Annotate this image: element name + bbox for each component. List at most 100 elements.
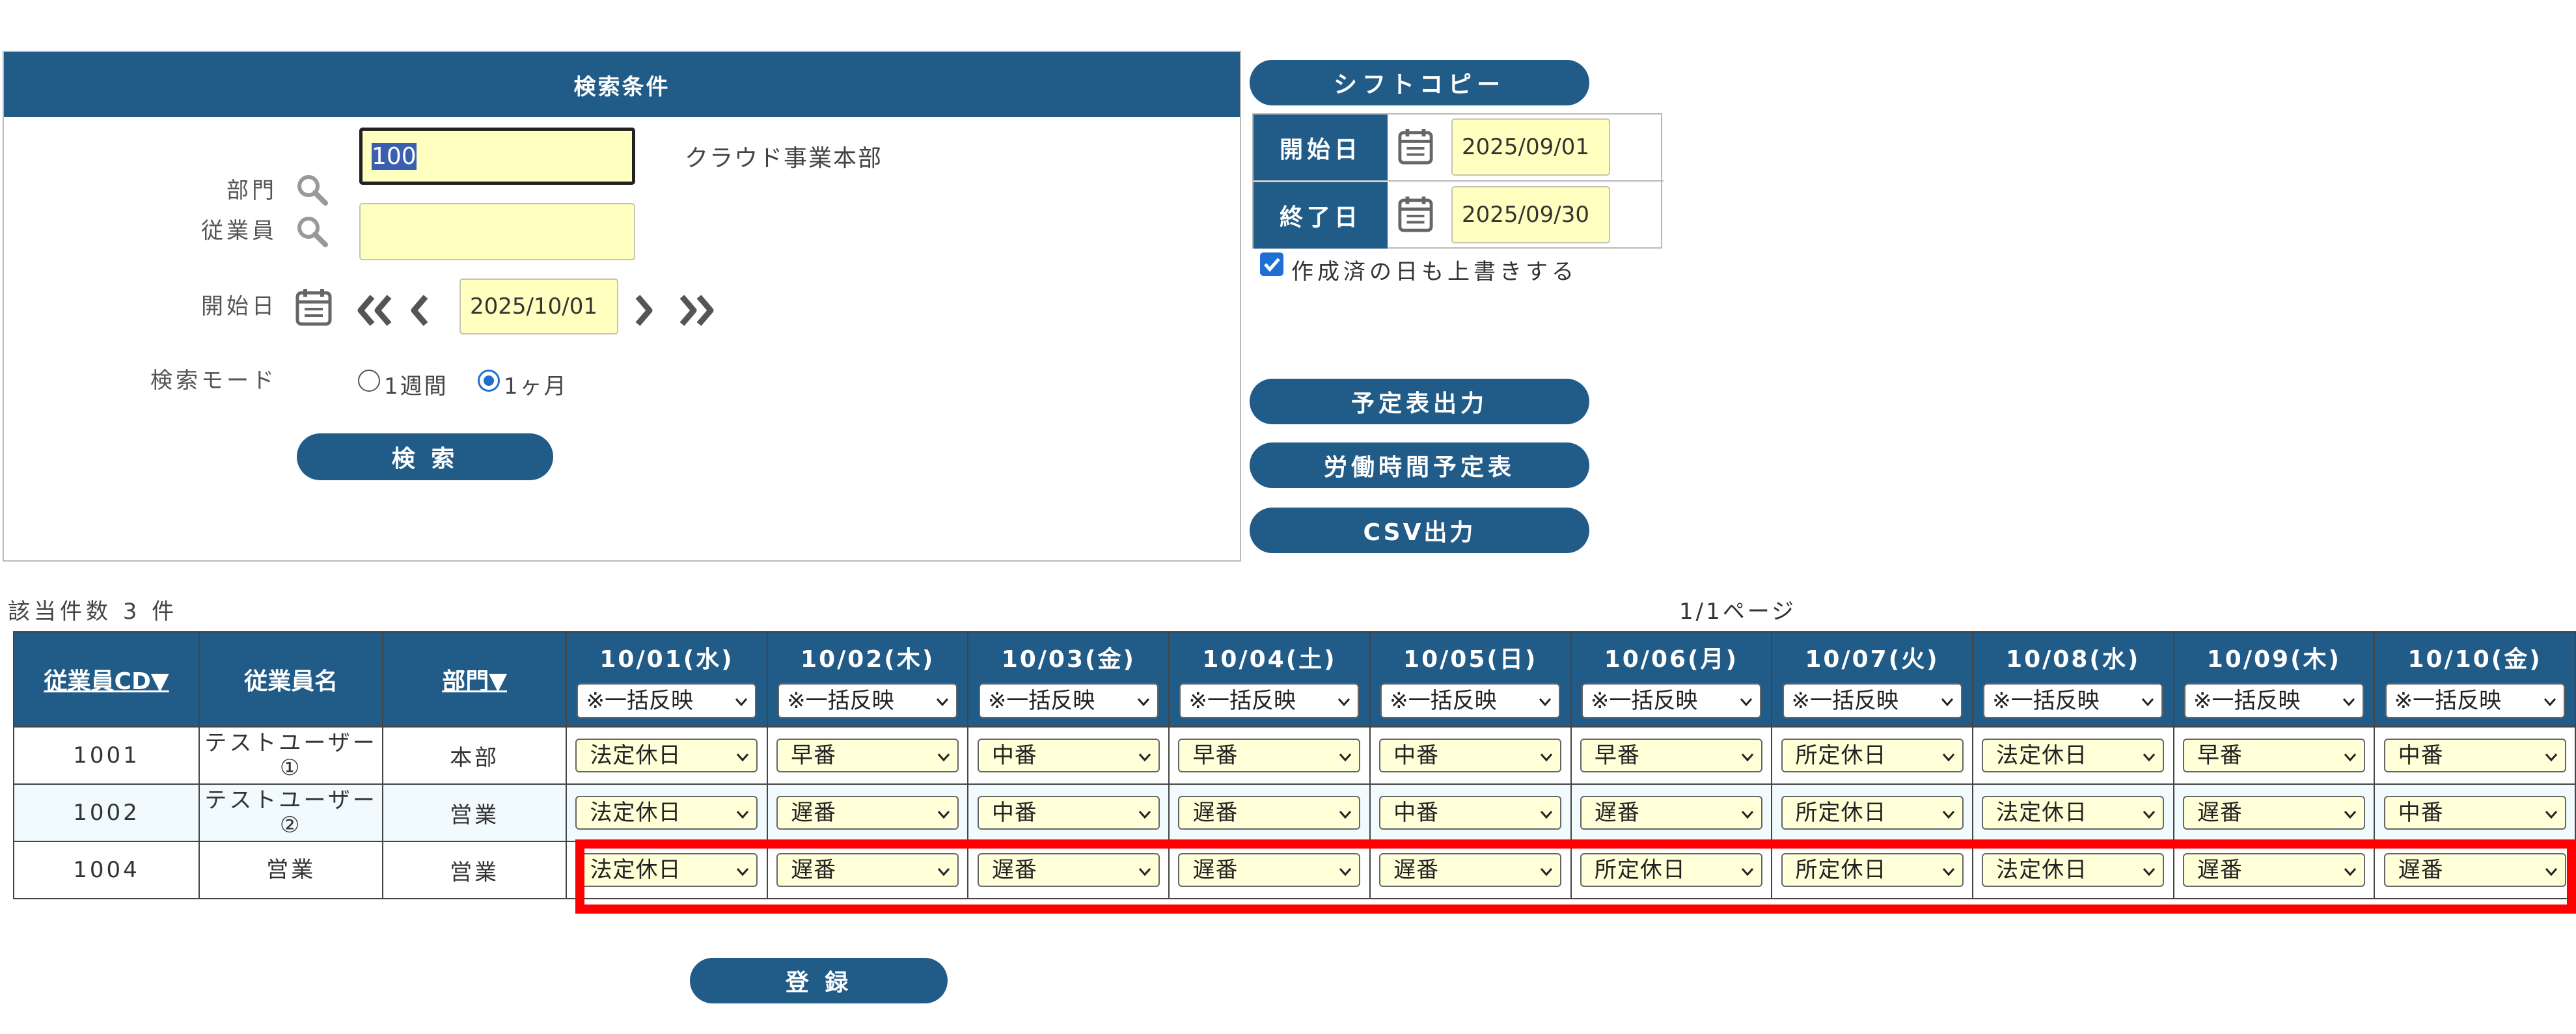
shift-cell: 早番 (2172, 726, 2376, 785)
search-panel-header: 検索条件 (4, 52, 1240, 117)
next-month-icon[interactable] (674, 288, 720, 333)
dept-input[interactable]: 100 (359, 128, 635, 185)
shift-select[interactable]: 早番 (2182, 739, 2365, 772)
copy-start-input[interactable] (1451, 118, 1610, 176)
dept-name: クラウド事業本部 (685, 145, 883, 172)
shift-value: 遅番 (1594, 800, 1640, 826)
shift-select[interactable]: 遅番 (1178, 796, 1361, 830)
shift-select[interactable]: 法定休日 (575, 796, 758, 830)
shift-value: 中番 (2398, 800, 2444, 826)
bulk-apply-label: ※一括反映 (787, 688, 894, 714)
prev-month-icon[interactable] (351, 288, 397, 333)
shift-select[interactable]: 遅番 (2182, 796, 2365, 830)
emp-name-line1: テストユーザー (204, 787, 377, 813)
emp-name-line2: ① (279, 755, 303, 781)
date-header-1: 10/01(水) ※一括反映 (566, 631, 768, 728)
bulk-apply-label: ※一括反映 (1590, 688, 1698, 714)
search-button[interactable]: 検 索 (297, 433, 553, 480)
shift-select[interactable]: 所定休日 (1781, 739, 1964, 772)
employee-search-icon[interactable] (295, 215, 328, 247)
calendar-icon[interactable] (295, 288, 332, 327)
bulk-apply-label: ※一括反映 (1791, 688, 1899, 714)
shift-cell: 遅番 (2172, 783, 2376, 842)
copy-end-calendar-icon[interactable] (1398, 195, 1433, 233)
copy-start-calendar-icon[interactable] (1398, 128, 1433, 165)
date-label: 10/03(金) (1001, 646, 1136, 673)
shift-select[interactable]: 早番 (1580, 739, 1762, 772)
shift-cell: 中番 (2374, 726, 2576, 785)
table-row: 1002 テストユーザー ② 営業 法定休日 遅番 中番 遅番 中番 遅番 所定休日 法定休日 遅番 中番 (12, 783, 2576, 842)
bulk-apply-select[interactable]: ※一括反映 (978, 683, 1158, 718)
date-header-6: 10/06(月) ※一括反映 (1570, 631, 1773, 728)
shift-select[interactable]: 早番 (1178, 739, 1361, 772)
bulk-apply-select[interactable]: ※一括反映 (577, 683, 757, 718)
prev-day-icon[interactable] (406, 288, 432, 333)
bulk-apply-select[interactable]: ※一括反映 (1581, 683, 1761, 718)
date-label: 10/06(月) (1604, 646, 1738, 673)
emp-cd-cell: 1001 (12, 726, 200, 785)
copy-end-input[interactable] (1451, 186, 1610, 243)
shift-select[interactable]: 中番 (2383, 739, 2566, 772)
mode-month-radio[interactable] (478, 370, 500, 392)
bulk-apply-label: ※一括反映 (586, 688, 693, 714)
start-date-label: 開始日 (201, 293, 277, 320)
shift-cell: 法定休日 (1971, 783, 2174, 842)
shift-select[interactable]: 所定休日 (1781, 796, 1964, 830)
shift-cell: 早番 (766, 726, 969, 785)
schedule-output-button[interactable]: 予定表出力 (1250, 379, 1589, 424)
shift-select[interactable]: 遅番 (1580, 796, 1762, 830)
next-day-icon[interactable] (631, 288, 657, 333)
shift-value: 遅番 (2197, 800, 2243, 826)
bulk-apply-label: ※一括反映 (1390, 688, 1497, 714)
date-label: 10/09(木) (2206, 646, 2341, 673)
bulk-apply-select[interactable]: ※一括反映 (1782, 683, 1962, 718)
start-date-input[interactable] (459, 279, 618, 334)
date-header-8: 10/08(水) ※一括反映 (1971, 631, 2174, 728)
shift-cell: 所定休日 (1771, 726, 1973, 785)
labor-hours-button[interactable]: 労働時間予定表 (1250, 442, 1589, 488)
shift-select[interactable]: 法定休日 (575, 739, 758, 772)
shift-select[interactable]: 法定休日 (1982, 796, 2165, 830)
bulk-apply-select[interactable]: ※一括反映 (2385, 683, 2565, 718)
register-button[interactable]: 登 録 (690, 958, 948, 1003)
shift-select[interactable]: 早番 (776, 739, 959, 772)
overwrite-label: 作成済の日も上書きする (1291, 259, 1578, 285)
bulk-apply-select[interactable]: ※一括反映 (2184, 683, 2364, 718)
date-label: 10/10(金) (2407, 646, 2542, 673)
shift-value: 所定休日 (1795, 742, 1887, 769)
col-emp-cd[interactable]: 従業員CD▼ (12, 631, 200, 728)
shift-value: 早番 (1192, 742, 1239, 769)
shift-select[interactable]: 中番 (977, 739, 1160, 772)
shift-cell: 法定休日 (566, 783, 768, 842)
date-header-4: 10/04(土) ※一括反映 (1168, 631, 1371, 728)
csv-output-button[interactable]: CSV出力 (1250, 508, 1589, 553)
result-count: 該当件数 3 件 (8, 599, 178, 625)
shift-cell: 中番 (1369, 726, 1572, 785)
shift-select[interactable]: 中番 (1379, 796, 1562, 830)
shift-select[interactable]: 中番 (1379, 739, 1562, 772)
page-indicator: 1/1ページ (1679, 599, 1797, 625)
bulk-apply-select[interactable]: ※一括反映 (778, 683, 958, 718)
bulk-apply-label: ※一括反映 (2394, 688, 2502, 714)
shift-value: 早番 (2197, 742, 2243, 769)
employee-input[interactable] (359, 203, 635, 260)
shift-select[interactable]: 中番 (2383, 796, 2566, 830)
shift-select[interactable]: 法定休日 (1982, 739, 2165, 772)
bulk-apply-select[interactable]: ※一括反映 (1983, 683, 2163, 718)
dept-cell: 営業 (382, 783, 568, 842)
col-dept[interactable]: 部門▼ (382, 631, 568, 728)
bulk-apply-select[interactable]: ※一括反映 (1380, 683, 1561, 718)
shift-select[interactable]: 遅番 (776, 796, 959, 830)
shift-value: 遅番 (791, 800, 837, 826)
date-header-9: 10/09(木) ※一括反映 (2172, 631, 2376, 728)
mode-week-radio[interactable] (358, 370, 380, 392)
shift-select[interactable]: 中番 (977, 796, 1160, 830)
overwrite-checkbox[interactable] (1260, 252, 1283, 276)
bulk-apply-select[interactable]: ※一括反映 (1179, 683, 1360, 718)
shift-value: 中番 (1393, 742, 1440, 769)
date-label: 10/01(水) (599, 646, 734, 673)
table-row: 1001 テストユーザー ① 本部 法定休日 早番 中番 早番 中番 早番 所定休日 法定休日 早番 中番 (12, 726, 2576, 785)
dept-search-icon[interactable] (295, 173, 328, 206)
shift-copy-button[interactable]: シフトコピー (1250, 60, 1589, 105)
checkmark-icon (1264, 258, 1280, 272)
